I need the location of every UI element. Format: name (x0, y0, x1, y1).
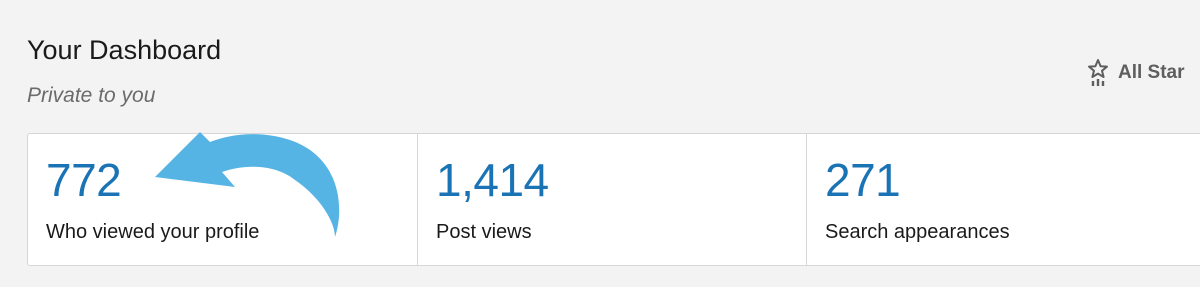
stat-label: Search appearances (825, 221, 1010, 243)
stat-search-appearances[interactable]: 271 Search appearances (806, 134, 1200, 265)
page-subtitle: Private to you (27, 84, 156, 107)
stat-profile-views[interactable]: 772 Who viewed your profile (28, 134, 417, 265)
stat-post-views[interactable]: 1,414 Post views (417, 134, 806, 265)
all-star-icon (1086, 58, 1110, 88)
stat-value: 271 (825, 154, 901, 206)
stat-label: Who viewed your profile (46, 221, 260, 243)
dashboard-page: Your Dashboard Private to you All Star 7… (0, 0, 1200, 287)
stats-card: 772 Who viewed your profile 1,414 Post v… (27, 133, 1200, 266)
all-star-label: All Star (1118, 62, 1185, 83)
stat-label: Post views (436, 221, 532, 243)
page-title: Your Dashboard (27, 35, 222, 65)
all-star-badge[interactable]: All Star (1086, 58, 1185, 88)
stat-value: 1,414 (436, 154, 549, 206)
stat-value: 772 (46, 154, 122, 206)
